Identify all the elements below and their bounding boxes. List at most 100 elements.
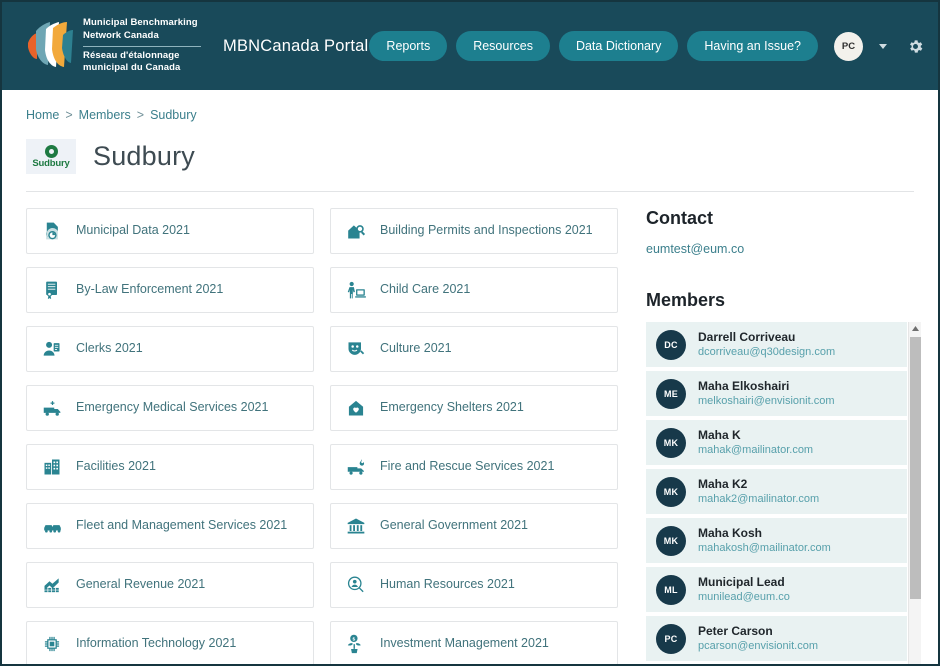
card-facilities[interactable]: Facilities 2021	[26, 444, 314, 490]
avatar: DC	[656, 329, 686, 360]
growth-chart-icon	[41, 574, 63, 596]
brand-line-2: Network Canada	[83, 29, 159, 41]
gear-icon[interactable]	[907, 38, 924, 55]
card-fire-and-rescue-services[interactable]: Fire and Rescue Services 2021	[330, 444, 618, 490]
card-clerks[interactable]: Clerks 2021	[26, 326, 314, 372]
member-email: pcarson@envisionit.com	[698, 640, 818, 653]
site-header: Municipal Benchmarking Network Canada Ré…	[2, 2, 938, 90]
nav-button-reports[interactable]: Reports	[369, 31, 448, 61]
card-investment-management[interactable]: $ Investment Management 2021	[330, 621, 618, 664]
card-child-care[interactable]: Child Care 2021	[330, 267, 618, 313]
card-information-technology[interactable]: Information Technology 2021	[26, 621, 314, 664]
card-label: Investment Management 2021	[380, 636, 549, 651]
members-scrollbar[interactable]	[908, 322, 922, 664]
card-label: Facilities 2021	[76, 459, 156, 474]
brand-line-3: Réseau d'étalonnage	[83, 49, 180, 61]
user-avatar[interactable]: PC	[834, 31, 863, 61]
member-list-item[interactable]: ML Municipal Lead munilead@eum.co	[646, 567, 908, 613]
card-emergency-shelters[interactable]: Emergency Shelters 2021	[330, 385, 618, 431]
member-email: melkoshairi@envisionit.com	[698, 395, 835, 408]
member-email: dcorriveau@q30design.com	[698, 346, 836, 359]
portal-title: MBNCanada Portal	[223, 36, 369, 55]
page-body: Home > Members > Sudbury Sudbury Sudbury	[2, 90, 938, 664]
breadcrumb-separator: >	[136, 108, 145, 122]
microchip-icon	[41, 633, 63, 655]
card-label: Building Permits and Inspections 2021	[380, 223, 593, 238]
member-list-item[interactable]: MK Maha K2 mahak2@mailinator.com	[646, 469, 908, 515]
card-label: Child Care 2021	[380, 282, 471, 297]
breadcrumb-item-home[interactable]: Home	[26, 108, 59, 122]
certificate-icon	[41, 279, 63, 301]
member-name: Maha Kosh	[698, 526, 763, 541]
contact-heading: Contact	[646, 208, 713, 228]
card-emergency-medical-services[interactable]: Emergency Medical Services 2021	[26, 385, 314, 431]
shelter-heart-icon	[345, 397, 367, 419]
card-column-left: Municipal Data 2021 By-Law Enforcement 2…	[26, 208, 314, 664]
house-inspection-icon	[345, 220, 367, 242]
nav-button-resources[interactable]: Resources	[456, 31, 550, 61]
member-list-item[interactable]: PC Peter Carson pcarson@envisionit.com	[646, 616, 908, 662]
member-list-item[interactable]: DC Darrell Corriveau dcorriveau@q30desig…	[646, 322, 908, 368]
fire-truck-icon	[345, 456, 367, 478]
primary-navigation: Reports Resources Data Dictionary Having…	[369, 31, 924, 61]
brand-line-4: municipal du Canada	[83, 62, 181, 74]
avatar: ME	[656, 378, 686, 409]
card-by-law-enforcement[interactable]: By-Law Enforcement 2021	[26, 267, 314, 313]
member-name: Maha Elkoshairi	[698, 379, 790, 394]
card-column-right: Building Permits and Inspections 2021 Ch…	[330, 208, 618, 664]
nav-button-data-dictionary[interactable]: Data Dictionary	[558, 31, 679, 61]
card-label: Human Resources 2021	[380, 577, 515, 592]
member-name: Darrell Corriveau	[698, 330, 796, 344]
breadcrumb-separator: >	[65, 108, 73, 122]
theatre-masks-icon	[345, 338, 367, 360]
brand-line-1: Municipal Benchmarking	[83, 17, 198, 29]
breadcrumb-item-sudbury[interactable]: Sudbury	[150, 108, 197, 122]
nav-button-having-an-issue[interactable]: Having an Issue?	[687, 31, 818, 61]
card-label: Clerks 2021	[76, 341, 143, 356]
card-culture[interactable]: Culture 2021	[330, 326, 618, 372]
card-municipal-data[interactable]: Municipal Data 2021	[26, 208, 314, 254]
card-label: Emergency Shelters 2021	[380, 400, 524, 415]
member-name: Maha K	[698, 428, 741, 443]
member-email: munilead@eum.co	[698, 591, 790, 604]
members-heading: Members	[646, 290, 726, 310]
document-chart-icon	[41, 220, 63, 242]
member-name: Municipal Lead	[698, 575, 785, 590]
brand-divider	[83, 45, 201, 47]
mbncanada-logo-icon	[20, 17, 74, 75]
card-label: Emergency Medical Services 2021	[76, 400, 269, 415]
member-list-item[interactable]: MK Maha K mahak@mailinator.com	[646, 420, 908, 466]
card-human-resources[interactable]: Human Resources 2021	[330, 562, 618, 608]
breadcrumb-item-members[interactable]: Members	[79, 108, 131, 122]
card-label: Information Technology 2021	[76, 636, 237, 651]
card-fleet-and-management-services[interactable]: Fleet and Management Services 2021	[26, 503, 314, 549]
member-email: mahak2@mailinator.com	[698, 493, 820, 506]
chevron-down-icon[interactable]	[879, 43, 887, 49]
member-list-item[interactable]: ME Maha Elkoshairi melkoshairi@envisioni…	[646, 371, 908, 417]
avatar: MK	[656, 525, 686, 556]
card-general-revenue[interactable]: General Revenue 2021	[26, 562, 314, 608]
sudbury-emblem	[44, 144, 58, 158]
sidebar: Contact eumtest@eum.co Members DC Darrel…	[634, 208, 922, 664]
ambulance-icon	[41, 397, 63, 419]
child-care-icon	[345, 279, 367, 301]
member-email: mahak@mailinator.com	[698, 444, 814, 457]
svg-text:$: $	[352, 636, 355, 642]
sudbury-logo-icon: Sudbury	[26, 139, 76, 174]
money-plant-icon: $	[345, 633, 367, 655]
page-title: Sudbury	[93, 141, 195, 171]
member-list-item[interactable]: MK Maha Kosh mahakosh@mailinator.com	[646, 518, 908, 564]
building-icon	[41, 456, 63, 478]
scrollbar-thumb[interactable]	[910, 337, 922, 599]
contact-email-link[interactable]: eumtest@eum.co	[646, 242, 744, 256]
avatar: ML	[656, 574, 686, 605]
card-general-government[interactable]: General Government 2021	[330, 503, 618, 549]
card-building-permits-and-inspections[interactable]: Building Permits and Inspections 2021	[330, 208, 618, 254]
page-title-row: Sudbury Sudbury	[26, 139, 914, 174]
member-name: Peter Carson	[698, 624, 773, 639]
card-label: Fleet and Management Services 2021	[76, 518, 288, 533]
scroll-up-arrow-icon[interactable]	[909, 322, 921, 335]
avatar: PC	[656, 623, 686, 654]
avatar: MK	[656, 476, 686, 507]
brand-lockup[interactable]: Municipal Benchmarking Network Canada Ré…	[20, 17, 201, 75]
